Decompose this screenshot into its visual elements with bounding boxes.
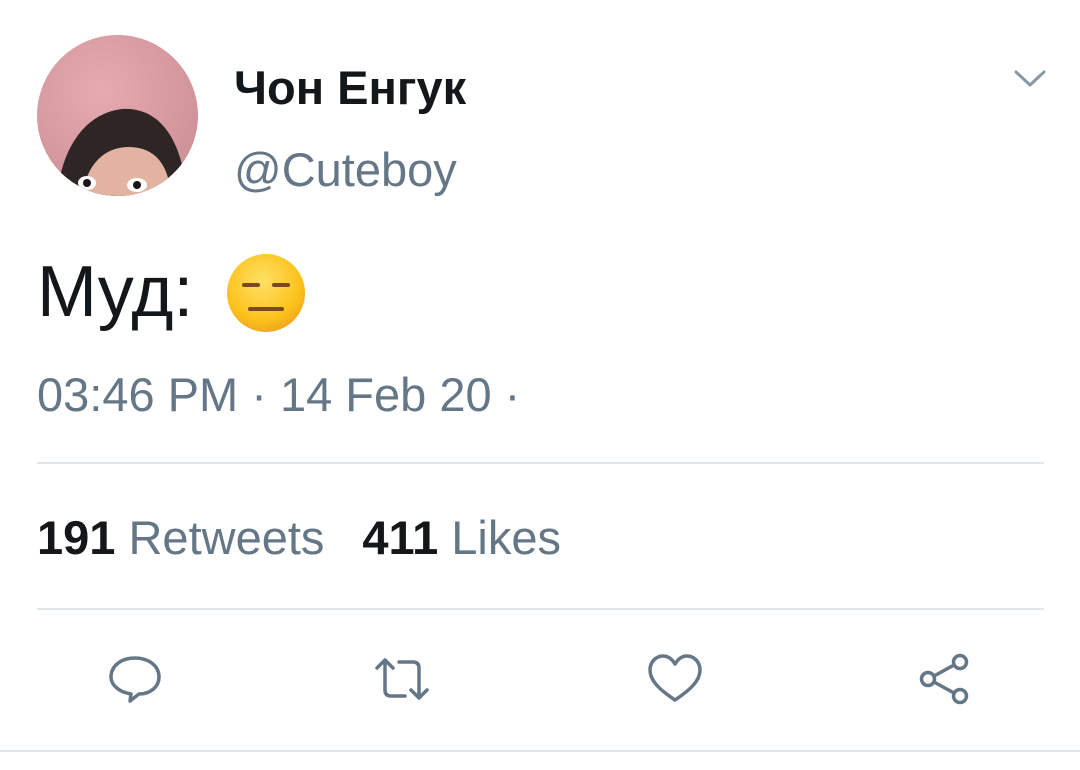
heart-icon[interactable]: [646, 650, 704, 708]
likes-stat[interactable]: 411 Likes: [362, 511, 561, 564]
author-handle[interactable]: @Cuteboy: [234, 142, 457, 198]
divider: [0, 750, 1080, 752]
tweet-text: Муд:: [37, 252, 194, 332]
divider: [37, 462, 1044, 464]
likes-count: 411: [362, 511, 439, 564]
expressionless-face-icon: [226, 253, 306, 333]
chevron-down-icon[interactable]: [1010, 62, 1050, 94]
likes-label: Likes: [451, 511, 562, 564]
avatar-image: [37, 35, 198, 196]
retweets-stat[interactable]: 191 Retweets: [37, 511, 324, 564]
author-name[interactable]: Чон Енгук: [234, 60, 466, 116]
reply-icon[interactable]: [106, 650, 164, 708]
tweet-stats: 191 Retweets 411 Likes: [37, 510, 561, 566]
retweet-icon[interactable]: [373, 650, 431, 708]
retweets-label: Retweets: [128, 511, 325, 564]
retweets-count: 191: [37, 511, 116, 564]
share-icon[interactable]: [916, 650, 974, 708]
avatar[interactable]: [37, 35, 198, 196]
tweet-timestamp: 03:46 PM · 14 Feb 20 ·: [37, 368, 521, 421]
divider: [37, 608, 1044, 610]
